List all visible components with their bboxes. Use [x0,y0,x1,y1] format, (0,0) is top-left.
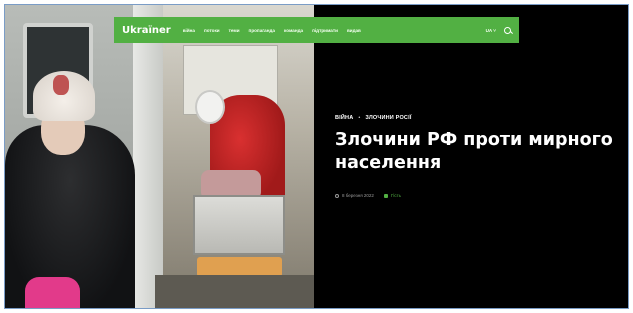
nav-item-propaganda[interactable]: пропаганда [249,28,275,33]
article-meta: 8 березня 2022 Гість [335,193,625,198]
ambulance-floor [155,275,314,308]
article-tag[interactable]: Гість [383,193,402,198]
breadcrumb-war[interactable]: ВІЙНА [335,115,353,121]
nav-item-publisher[interactable]: видав [347,28,361,33]
site-logo[interactable]: Ukraїner [122,25,171,36]
nav-right: UA ˅ [486,26,511,34]
stretcher [193,195,285,255]
nav-item-war[interactable]: війна [183,28,195,33]
nav-item-streams[interactable]: потоки [204,28,220,33]
medic-helmet [195,90,225,124]
language-selector[interactable]: UA ˅ [486,28,496,33]
top-navigation-bar: Ukraїner війна потоки теми пропаганда ко… [114,17,519,43]
breadcrumb-separator: • [358,115,361,121]
screenshot-frame: Ukraїner війна потоки теми пропаганда ко… [4,4,629,309]
breadcrumb-russian-crimes[interactable]: ЗЛОЧИНИ РОСІЇ [365,115,411,121]
tag-icon [383,193,388,198]
nav-item-support[interactable]: підтримати [312,28,338,33]
nav-menu: війна потоки теми пропаганда команда під… [183,28,486,33]
article-header: ВІЙНА • ЗЛОЧИНИ РОСІЇ Злочини РФ проти м… [335,115,625,198]
clock-icon [335,193,339,198]
nav-item-team[interactable]: команда [284,28,303,33]
ambulance-door-frame [133,5,163,308]
child-figure [25,277,80,308]
article-date-text: 8 березня 2022 [342,193,374,198]
article-tag-text: Гість [390,193,402,198]
hero-photo [5,5,314,308]
article-date: 8 березня 2022 [335,193,374,198]
breadcrumb: ВІЙНА • ЗЛОЧИНИ РОСІЇ [335,115,625,121]
hat-blood-mark [53,75,69,95]
stretcher-base [197,257,282,277]
nav-item-topics[interactable]: теми [229,28,240,33]
search-icon[interactable] [504,26,511,34]
article-title: Злочини РФ проти мирного населення [335,130,613,173]
